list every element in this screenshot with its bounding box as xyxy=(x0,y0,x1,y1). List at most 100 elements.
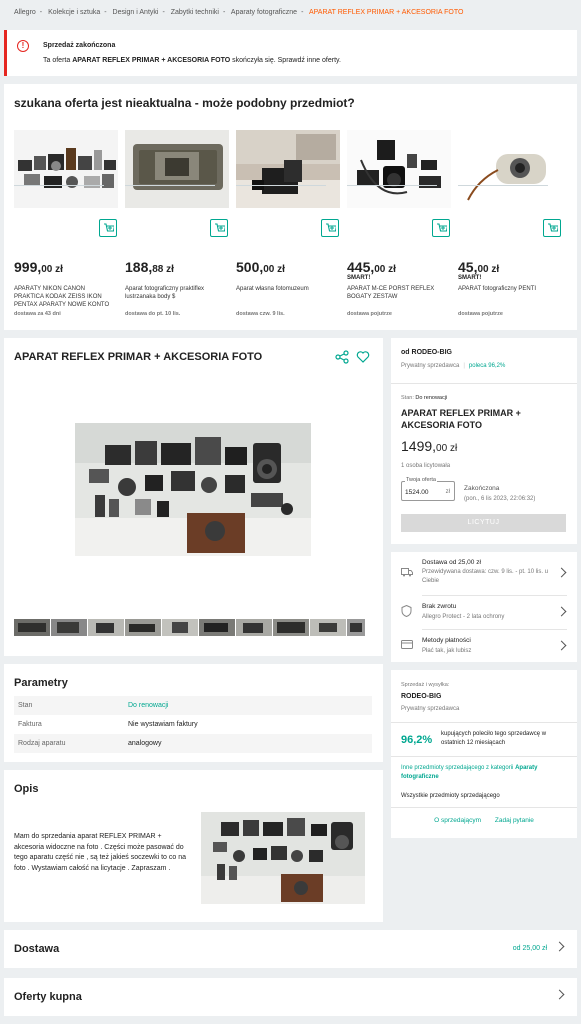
divider xyxy=(14,185,104,186)
payment-card-icon xyxy=(401,640,413,649)
breadcrumb-item[interactable]: Kolekcje i sztuka xyxy=(48,9,100,16)
parameter-key: Rodzaj aparatu xyxy=(18,740,66,747)
add-to-cart-button[interactable] xyxy=(432,219,450,237)
product-photo xyxy=(458,130,562,208)
divider xyxy=(347,185,437,186)
condition-value: Do renowacji xyxy=(415,395,448,401)
payment-row[interactable]: Metody płatności Płać tak, jak lubisz xyxy=(391,630,577,662)
cart-icon xyxy=(326,223,336,232)
seller-recommend-link[interactable]: poleca 96,2% xyxy=(469,363,505,369)
seller-name-link[interactable]: RODEO-BIG xyxy=(412,349,452,356)
thumbnail[interactable] xyxy=(310,619,346,636)
similar-item-price: 445,00 zł xyxy=(347,259,396,275)
chevron-right-icon xyxy=(554,989,565,1000)
similar-item-title[interactable]: Aparat fotograficzny praktiflex lustrzan… xyxy=(125,285,225,301)
similar-item-title[interactable]: Aparat własna fotomuzeum xyxy=(236,285,336,293)
divider xyxy=(391,383,577,384)
cart-icon xyxy=(104,223,114,232)
thumbnail[interactable] xyxy=(88,619,124,636)
product-photo xyxy=(14,130,118,208)
similar-item-shipping: dostawa czw. 9 lis. xyxy=(236,311,285,317)
seller-type: Prywatny sprzedawca xyxy=(401,363,460,369)
your-offer-field[interactable]: Twoja oferta 1524.00 zł xyxy=(401,477,455,501)
similar-item-image[interactable] xyxy=(125,130,229,210)
seller-prefix: od xyxy=(401,349,410,356)
thumbnail[interactable] xyxy=(14,619,50,636)
thumbnail[interactable] xyxy=(273,619,309,636)
divider xyxy=(391,756,577,757)
delivery-subtitle: Przewidywana dostawa: czw. 9 lis. - pt. … xyxy=(422,569,549,584)
seller-all-items-link[interactable]: Wszystkie przedmioty sprzedającego xyxy=(401,793,500,799)
breadcrumb-item[interactable]: Zabytki techniki xyxy=(171,9,219,16)
parameter-row: Rodzaj aparatu analogowy xyxy=(14,734,372,753)
main-product-photo[interactable] xyxy=(75,423,311,556)
thumbnail[interactable] xyxy=(125,619,161,636)
thumbnail[interactable] xyxy=(51,619,87,636)
seller-recommend-text: kupujących poleciło tego sprzedawcę w os… xyxy=(441,731,547,746)
delivery-row[interactable]: Dostawa od 25,00 zł Przewidywana dostawa… xyxy=(391,552,577,595)
thumbnail[interactable] xyxy=(199,619,235,636)
parameter-value-link[interactable]: Do renowacji xyxy=(128,702,168,709)
buy-box-price: 1499,00 zł xyxy=(401,438,458,454)
cart-icon xyxy=(215,223,225,232)
purchase-offers-label: Oferty kupna xyxy=(14,991,82,1003)
similar-item-image[interactable] xyxy=(347,130,451,210)
similar-item-image[interactable] xyxy=(14,130,118,210)
similar-item-title[interactable]: APARATY NIKON CANON PRAKTICA KODAK ZEISS… xyxy=(14,285,114,309)
thumbnail-strip xyxy=(14,619,365,636)
smart-badge: SMART! xyxy=(347,275,371,281)
delivery-title: Dostawa od 25,00 zł xyxy=(422,559,481,566)
breadcrumb-item[interactable]: Aparaty fotograficzne xyxy=(231,9,297,16)
sale-ended-alert: ! Sprzedaż zakończona Ta oferta APARAT R… xyxy=(4,30,577,76)
ask-question-link[interactable]: Zadaj pytanie xyxy=(495,817,534,824)
alert-text-offer: APARAT REFLEX PRIMAR + AKCESORIA FOTO xyxy=(72,57,231,64)
breadcrumb-item[interactable]: Design i Antyki xyxy=(113,9,159,16)
share-icon[interactable] xyxy=(335,350,349,364)
seller-sub: Prywatny sprzedawca | poleca 96,2% xyxy=(401,363,506,369)
purchase-offers-bar[interactable]: Oferty kupna xyxy=(4,978,577,1016)
divider xyxy=(391,722,577,723)
seller-actions: O sprzedającym Zadaj pytanie xyxy=(391,817,577,824)
description-heading: Opis xyxy=(14,783,39,795)
bid-count: 1 osoba licytowała xyxy=(401,463,451,469)
similar-item-shipping: dostawa pojutrze xyxy=(458,311,503,317)
parameter-row: Stan Do renowacji xyxy=(14,696,372,715)
thumbnail[interactable] xyxy=(162,619,198,636)
returns-subtitle: Allegro Protect - 2 lata ochrony xyxy=(422,614,505,620)
delivery-info-card: Dostawa od 25,00 zł Przewidywana dostawa… xyxy=(391,552,577,662)
similar-item-title[interactable]: APARAT fotograficzny PENTI xyxy=(458,285,558,293)
auction-ended: Zakończona (pon., 6 lis 2023, 22:06:32) xyxy=(464,484,535,504)
alert-title: Sprzedaż zakończona xyxy=(43,42,116,49)
smart-badge: SMART! xyxy=(458,275,482,281)
product-photo xyxy=(236,130,340,208)
product-gallery-card: APARAT REFLEX PRIMAR + AKCESORIA FOTO xyxy=(4,338,383,656)
about-seller-link[interactable]: O sprzedającym xyxy=(434,817,481,824)
thumbnail[interactable] xyxy=(236,619,272,636)
parameter-value: analogowy xyxy=(128,740,162,747)
similar-item-image[interactable] xyxy=(458,130,562,210)
similar-item-image[interactable] xyxy=(236,130,340,210)
cart-icon xyxy=(548,223,558,232)
heart-icon[interactable] xyxy=(356,350,370,364)
seller-card-type: Prywatny sprzedawca xyxy=(401,706,460,712)
chevron-right-icon xyxy=(554,941,565,952)
seller-other-items-link[interactable]: Inne przedmioty sprzedającego z kategori… xyxy=(401,764,571,782)
add-to-cart-button[interactable] xyxy=(210,219,228,237)
delivery-bar-value: od 25,00 zł xyxy=(512,945,547,952)
returns-row[interactable]: Brak zwrotu Allegro Protect - 2 lata och… xyxy=(391,596,577,629)
condition-key: Stan: xyxy=(401,395,414,401)
delivery-bar[interactable]: Dostawa od 25,00 zł xyxy=(4,930,577,968)
seller-recommend-percent: 96,2% xyxy=(401,734,433,746)
similar-item-title[interactable]: APARAT M-CE PORST REFLEX BOGATY ZESTAW xyxy=(347,285,447,301)
seller-card: Sprzedaż i wysyłka: RODEO-BIG Prywatny s… xyxy=(391,670,577,838)
description-text: Mam do sprzedania aparat REFLEX PRIMAR +… xyxy=(14,833,186,872)
seller-card-name[interactable]: RODEO-BIG xyxy=(401,693,441,700)
thumbnail[interactable] xyxy=(347,619,365,636)
breadcrumb-item[interactable]: Allegro xyxy=(14,9,36,16)
bid-button[interactable]: LICYTUJ xyxy=(401,514,566,532)
similar-items-section: szukana oferta jest nieaktualna - może p… xyxy=(4,84,577,330)
add-to-cart-button[interactable] xyxy=(99,219,117,237)
parameter-key: Faktura xyxy=(18,721,42,728)
add-to-cart-button[interactable] xyxy=(543,219,561,237)
add-to-cart-button[interactable] xyxy=(321,219,339,237)
